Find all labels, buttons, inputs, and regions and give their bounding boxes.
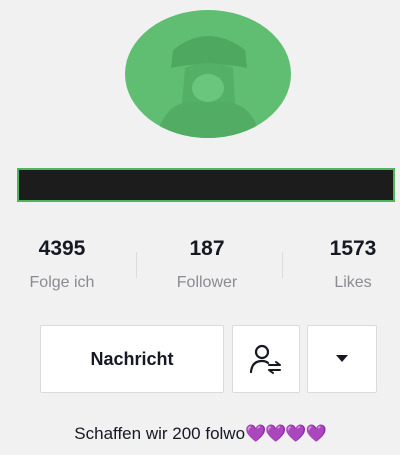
follow-friends-button[interactable]	[232, 325, 300, 393]
profile-avatar[interactable]	[125, 10, 291, 138]
purple-heart-emojis: 💜💜💜💜	[245, 424, 327, 443]
stat-followers[interactable]: 187 Follower	[157, 237, 257, 292]
more-options-button[interactable]	[307, 325, 377, 393]
likes-count: 1573	[329, 237, 377, 260]
following-label: Folge ich	[29, 274, 95, 291]
followers-label: Follower	[176, 274, 238, 291]
avatar-silhouette	[155, 36, 261, 138]
message-button[interactable]: Nachricht	[40, 325, 224, 393]
username-redacted-bar	[17, 168, 395, 202]
stat-following[interactable]: 4395 Folge ich	[12, 237, 112, 292]
caret-down-icon	[336, 355, 348, 362]
likes-label: Likes	[334, 274, 372, 291]
stat-divider	[282, 252, 283, 278]
profile-bio: Schaffen wir 200 folwo💜💜💜💜	[0, 424, 400, 444]
person-swap-icon	[249, 344, 281, 374]
stat-likes[interactable]: 1573 Likes	[318, 237, 388, 292]
followers-count: 187	[189, 237, 225, 260]
following-count: 4395	[38, 237, 86, 260]
stat-divider	[136, 252, 137, 278]
bio-text: Schaffen wir 200 folwo	[74, 424, 246, 443]
